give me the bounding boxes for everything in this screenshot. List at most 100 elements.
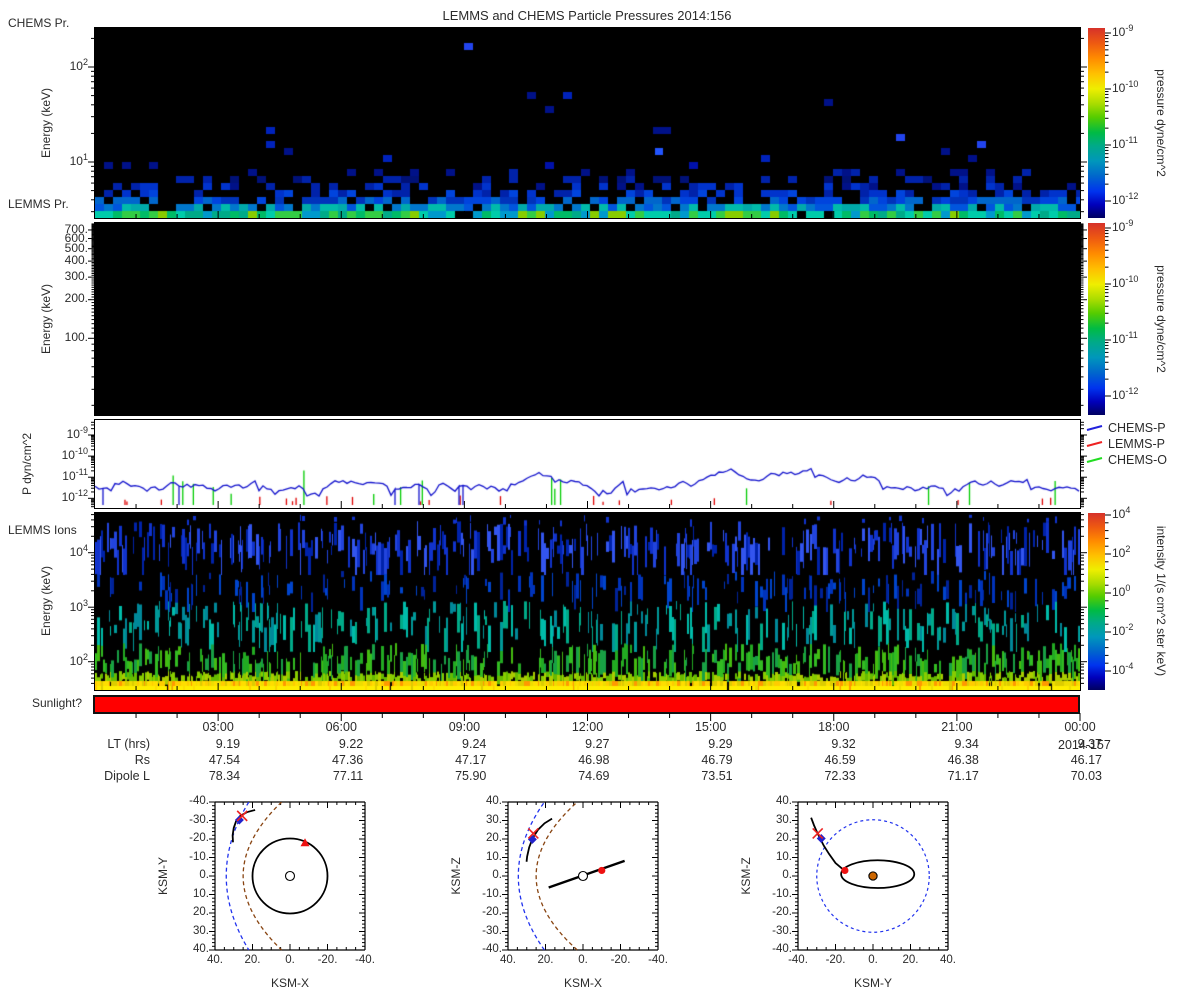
orbit-xtick-label: 20. [244, 954, 261, 966]
chems-panel-label: CHEMS Pr. [8, 16, 70, 30]
orbit-yaxis-label: KSM-Y [156, 856, 170, 896]
time-tick-label: 15:00 [694, 720, 727, 734]
lemms-ions-spectrogram [94, 512, 1081, 691]
pressure-cb-tick-label: 10-11 [1112, 330, 1138, 347]
chems-ytick-label: 102 [69, 57, 88, 74]
pressure-line-plot [94, 419, 1081, 509]
pressure-cb-tick-label: 10-10 [1112, 79, 1139, 96]
pressure-cb-tick-label: 10-12 [1112, 191, 1139, 208]
legend-item: LEMMS-P [1086, 436, 1167, 452]
eph-value: 9.29 [708, 737, 733, 751]
eph-value: 47.17 [455, 753, 487, 767]
legend-swatch-lemms-p [1086, 441, 1103, 447]
pressure-cb-tick-label: 10-12 [1112, 386, 1139, 403]
chems-pressure-spectrogram [94, 27, 1081, 219]
orbit-xaxis-label: KSM-Y [853, 976, 892, 990]
orbit-xtick-label: 20. [537, 954, 554, 966]
orbit-xtick-label: 40. [207, 954, 223, 966]
orbit-xtick-label: -40. [788, 954, 808, 966]
lemms-pressure-spectrogram [94, 222, 1081, 416]
orbit-ytick-label: -40. [189, 795, 209, 807]
orbit-ytick-label: 30. [776, 813, 792, 826]
orbit-xtick-label: 0. [868, 954, 878, 966]
time-tick-label: 21:00 [941, 720, 973, 734]
eph-value: 77.11 [332, 769, 364, 783]
orbit-xaxis-label: KSM-X [563, 976, 602, 990]
orbit-xtick-label: 40. [500, 954, 516, 966]
eph-value: 72.33 [824, 769, 856, 783]
orbit-yaxis-label: KSM-Z [449, 857, 463, 895]
sunlight-label: Sunlight? [31, 696, 82, 710]
orbit-plot-1 [225, 802, 329, 951]
eph-value: 9.27 [585, 737, 610, 751]
eph-value: 47.36 [331, 753, 364, 767]
intensity-cb-tick-label: 104 [1112, 505, 1131, 522]
orbit-ytick-label: 0. [199, 869, 209, 881]
eph-value: 75.90 [455, 769, 487, 783]
legend-item: CHEMS-P [1086, 420, 1167, 436]
orbit-xtick-label: 0. [578, 954, 588, 966]
pressure-colorbar-unit-label-2: pressure dyne/cm^2 [1154, 265, 1168, 373]
legend-label: CHEMS-O [1108, 453, 1168, 467]
eph-value: 46.59 [824, 753, 856, 767]
orbit-plot-2 [517, 802, 626, 951]
eph-row-label: Rs [134, 753, 150, 767]
eph-value: 9.37 [1077, 737, 1102, 751]
eph-value: 9.19 [215, 737, 241, 751]
orbit-xtick-label: -20. [317, 954, 338, 966]
pressure-colorbar-2 [1088, 223, 1105, 415]
time-tick-label: 03:00 [202, 720, 234, 734]
pressure-cb-tick-label: 10-10 [1112, 274, 1139, 291]
lemms-ytick-label: 400. [64, 253, 88, 268]
legend-swatch-chems-o [1086, 457, 1103, 463]
lemms-ytick-label: 100. [64, 330, 88, 345]
intensity-cb-tick-label: 100 [1112, 583, 1131, 600]
orbit-ytick-label: 20. [486, 832, 502, 844]
eph-value: 9.34 [954, 737, 979, 751]
eph-value: 71.17 [947, 769, 979, 783]
orbit-ytick-label: 40. [486, 795, 502, 807]
orbit-ytick-label: 0. [492, 869, 502, 881]
time-tick-label: 09:00 [448, 720, 481, 734]
legend-label: CHEMS-P [1108, 421, 1166, 435]
orbit-ytick-label: -20. [482, 906, 502, 918]
orbit-ytick-label: 40. [193, 943, 209, 955]
pline-ytick-label: 10-12 [61, 488, 88, 505]
intensity-colorbar-unit-label: intensity 1/(s cm^2 ster keV) [1154, 525, 1168, 677]
pressure-cb-tick-label: 10-9 [1112, 218, 1134, 235]
pressure-cb-tick-label: 10-11 [1112, 135, 1138, 152]
orbit-ytick-label: -30. [482, 924, 502, 937]
time-tick-label: 12:00 [571, 720, 604, 734]
eph-value: 78.34 [208, 769, 241, 783]
orbit-ytick-label: 20. [776, 832, 792, 844]
eph-row-label: LT (hrs) [107, 737, 150, 751]
time-tick-label: 18:00 [818, 720, 850, 734]
eph-value: 46.38 [947, 753, 979, 767]
orbit-ytick-label: 40. [776, 795, 792, 807]
orbit-ytick-label: -10. [772, 887, 792, 900]
chems-ytick-label: 101 [69, 152, 88, 169]
eph-value: 9.24 [462, 737, 487, 751]
pressure-colorbar-1 [1088, 28, 1105, 218]
intensity-cb-tick-label: 10-2 [1112, 622, 1134, 639]
eph-row-label: Dipole L [104, 769, 150, 783]
energy-axis-label-1: Energy (keV) [39, 87, 53, 159]
pline-ytick-label: 10-10 [61, 445, 88, 462]
ions-ytick-label: 102 [69, 651, 88, 668]
time-tick-label: 06:00 [325, 720, 357, 734]
legend-item: CHEMS-O [1086, 452, 1167, 468]
eph-value: 9.22 [338, 737, 364, 751]
ions-ytick-label: 103 [69, 598, 88, 615]
orbit-ytick-label: -10. [189, 850, 209, 863]
orbit-ytick-label: -40. [482, 943, 502, 955]
orbit-ytick-label: -10. [482, 887, 502, 900]
orbit-xaxis-label: KSM-X [270, 976, 309, 990]
orbit-ytick-label: 10. [486, 850, 502, 863]
eph-value: 47.54 [208, 753, 241, 767]
eph-value: 70.03 [1070, 769, 1102, 783]
ions-panel-label: LEMMS Ions [8, 523, 77, 537]
pline-ytick-label: 10-9 [66, 425, 88, 442]
pressure-colorbar-unit-label-1: pressure dyne/cm^2 [1154, 69, 1168, 177]
orbit-xtick-label: -20. [610, 954, 631, 966]
lemms-ytick-label: 300. [64, 269, 88, 284]
